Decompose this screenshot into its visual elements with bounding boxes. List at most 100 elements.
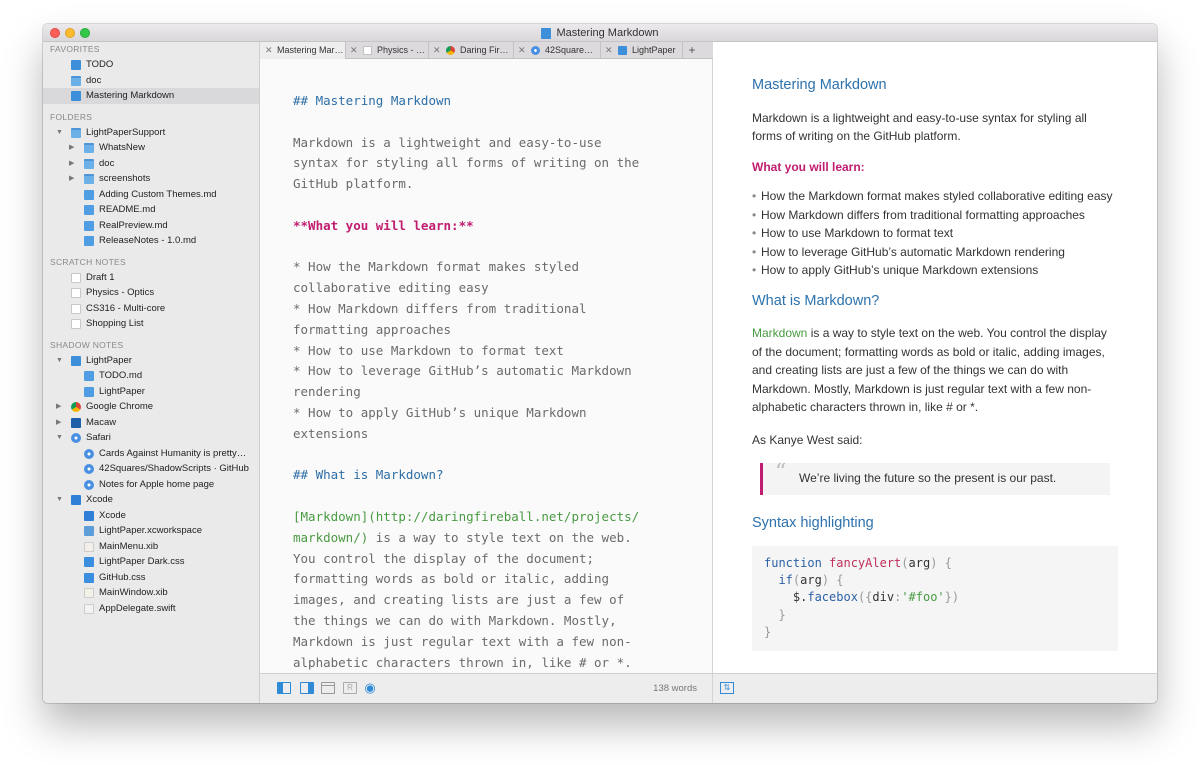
minimize-window-button[interactable] — [65, 28, 75, 38]
editor-intro-line: Markdown is a lightweight and easy-to-us… — [293, 134, 602, 150]
preview-bullet-list: How the Markdown format makes styled col… — [752, 187, 1119, 280]
sidebar-item[interactable]: ▶ Macaw — [43, 415, 259, 431]
new-tab-button[interactable]: + — [683, 42, 701, 58]
sidebar-item[interactable]: doc — [43, 73, 259, 89]
doc-icon — [71, 91, 81, 101]
quote-text: We’re living the future so the present i… — [799, 471, 1057, 485]
sidebar-item[interactable]: ReleaseNotes - 1.0.md — [43, 233, 259, 249]
editor-bullet-line: formatting approaches — [293, 321, 452, 337]
sidebar-item[interactable]: 42Squares/ShadowScripts · GitHub — [43, 461, 259, 477]
disclosure-expanded-icon[interactable]: ▼ — [56, 125, 63, 141]
sidebar-item[interactable]: MainMenu.xib — [43, 539, 259, 555]
sidebar-item[interactable]: Xcode — [43, 508, 259, 524]
sidebar-item[interactable]: LightPaper Dark.css — [43, 554, 259, 570]
sidebar-item[interactable]: Draft 1 — [43, 270, 259, 286]
sync-scroll-icon[interactable]: ⇅ — [720, 682, 734, 694]
blank-doc-icon — [71, 288, 81, 298]
sidebar-item-label: RealPreview.md — [99, 219, 168, 231]
disclosure-collapsed-icon[interactable]: ▶ — [69, 140, 74, 156]
title-bar[interactable]: Mastering Markdown — [43, 24, 1157, 42]
chrome-icon — [71, 402, 81, 412]
close-tab-icon[interactable]: ✕ — [265, 42, 273, 59]
sidebar-item[interactable]: Physics - Optics — [43, 285, 259, 301]
sidebar-item[interactable]: AppDelegate.swift — [43, 601, 259, 617]
sidebar-section-title: SCRATCH NOTES — [50, 256, 126, 267]
editor-bullet-line: * How the Markdown format makes styled — [293, 259, 579, 275]
sidebar-item[interactable]: CS316 - Multi-core — [43, 301, 259, 317]
sidebar-item[interactable]: ▶ doc — [43, 156, 259, 172]
preview-title: Mastering Markdown — [752, 77, 887, 93]
sidebar-item[interactable]: LightPaper — [43, 384, 259, 400]
markdown-link[interactable]: Markdown — [752, 326, 807, 340]
sidebar-item[interactable]: MainWindow.xib — [43, 585, 259, 601]
disclosure-collapsed-icon[interactable]: ▶ — [56, 415, 61, 431]
editor-bullet-line: collaborative editing easy — [293, 280, 489, 296]
sidebar-item-label: Macaw — [86, 416, 117, 428]
tab[interactable]: ✕ Mastering Mar… — [260, 42, 346, 59]
sidebar-item[interactable]: ▶ WhatsNew — [43, 140, 259, 156]
tab[interactable]: ✕ LightPaper — [601, 42, 683, 59]
layout-window-icon[interactable] — [321, 682, 335, 694]
sidebar-item[interactable]: TODO — [43, 57, 259, 73]
sidebar-item[interactable]: GitHub.css — [43, 570, 259, 586]
markdown-editor[interactable]: ## Mastering Markdown Markdown is a ligh… — [260, 59, 713, 673]
tab[interactable]: ✕ Daring Fir… — [429, 42, 514, 59]
sidebar-item[interactable]: README.md — [43, 202, 259, 218]
close-tab-icon[interactable]: ✕ — [518, 42, 526, 59]
disclosure-expanded-icon[interactable]: ▼ — [56, 430, 63, 446]
zoom-window-button[interactable] — [80, 28, 90, 38]
sidebar-item[interactable]: Shopping List — [43, 316, 259, 332]
editor-status-bar: R ◉ 138 words — [260, 673, 713, 703]
disclosure-collapsed-icon[interactable]: ▶ — [69, 156, 74, 172]
sidebar-item[interactable]: Adding Custom Themes.md — [43, 187, 259, 203]
md-file-icon — [84, 386, 94, 397]
tab-label: Daring Fir… — [460, 45, 509, 55]
sidebar-item[interactable]: Cards Against Humanity is pretty… — [43, 446, 259, 462]
editor-link-line-2: markdown/) is a way to style text on the… — [293, 528, 712, 549]
sidebar-item[interactable]: RealPreview.md — [43, 218, 259, 234]
sidebar: FAVORITES TODO doc Mastering Markdown FOLDER… — [43, 42, 260, 703]
sidebar-item[interactable]: LightPaper.xcworkspace — [43, 523, 259, 539]
disclosure-collapsed-icon[interactable]: ▶ — [56, 399, 61, 415]
md-file-icon — [84, 189, 94, 200]
editor-link-line: [Markdown](http://daringfireball.net/pro… — [293, 508, 640, 524]
sidebar-item[interactable]: ▶ screenshots — [43, 171, 259, 187]
preview-kanye-line: As Kanye West said: — [752, 432, 863, 447]
disclosure-collapsed-icon[interactable]: ▶ — [69, 171, 74, 187]
list-item: How to use Markdown to format text — [752, 224, 1119, 243]
list-item: How Markdown differs from traditional fo… — [752, 206, 1119, 225]
sidebar-item[interactable]: ▼ Xcode — [43, 492, 259, 508]
close-window-button[interactable] — [50, 28, 60, 38]
preview-pane: Mastering Markdown Markdown is a lightwe… — [713, 42, 1157, 673]
tab[interactable]: ✕ 42Square… — [514, 42, 601, 59]
preview-heading-what: What is Markdown? — [752, 292, 880, 309]
close-tab-icon[interactable]: ✕ — [605, 42, 613, 59]
sidebar-item[interactable]: Notes for Apple home page — [43, 477, 259, 493]
layout-left-icon[interactable] — [277, 682, 291, 694]
md-file-icon — [84, 220, 94, 231]
real-preview-icon[interactable]: R — [343, 682, 357, 694]
close-tab-icon[interactable]: ✕ — [350, 42, 358, 59]
blank-doc-icon — [71, 272, 81, 283]
doc-icon — [71, 60, 81, 70]
sidebar-item[interactable]: ▼ LightPaperSupport — [43, 125, 259, 141]
close-tab-icon[interactable]: ✕ — [433, 42, 441, 59]
layout-right-icon[interactable] — [300, 682, 314, 694]
sidebar-item[interactable]: ▼ LightPaper — [43, 353, 259, 369]
preview-what-paragraph: Markdown is a way to style text on the w… — [752, 324, 1119, 417]
shadow-eye-icon[interactable]: ◉ — [363, 681, 377, 694]
swift-icon — [84, 603, 94, 614]
disclosure-expanded-icon[interactable]: ▼ — [56, 353, 63, 369]
sidebar-item[interactable]: Mastering Markdown — [43, 88, 259, 104]
sidebar-item-label: Physics - Optics — [86, 287, 155, 298]
sidebar-item-label: GitHub.css — [99, 571, 146, 583]
chrome-icon — [446, 46, 455, 55]
sidebar-item[interactable]: ▶ Google Chrome — [43, 399, 259, 415]
editor-heading-mastering: ## Mastering Markdown — [293, 93, 452, 108]
tab[interactable]: ✕ Physics - … — [346, 42, 429, 59]
sidebar-item[interactable]: ▼ Safari — [43, 430, 259, 446]
disclosure-expanded-icon[interactable]: ▼ — [56, 492, 63, 508]
sidebar-item-label: Google Chrome — [86, 401, 154, 412]
sidebar-item[interactable]: TODO.md — [43, 368, 259, 384]
code-block: function fancyAlert(arg) { if(arg) { $.f… — [752, 546, 1118, 652]
